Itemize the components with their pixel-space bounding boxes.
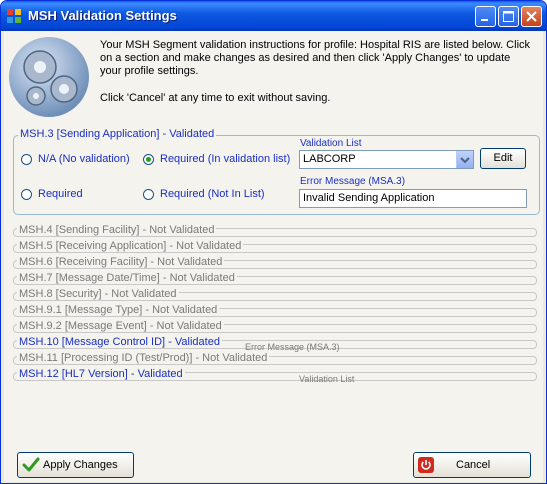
section-row-label[interactable]: MSH.9.1 [Message Type] - Not Validated xyxy=(17,304,220,316)
section-row-label[interactable]: MSH.10 [Message Control ID] - Validated xyxy=(17,336,222,348)
radio-required-in-list[interactable]: Required (In validation list) xyxy=(143,153,290,165)
edit-button[interactable]: Edit xyxy=(480,148,526,169)
ghost-error-message-label: Error Message (MSA.3) xyxy=(245,342,340,352)
section-row-label[interactable]: MSH.6 [Receiving Facility] - Not Validat… xyxy=(17,256,225,268)
cancel-button[interactable]: Cancel xyxy=(413,452,531,478)
title-bar[interactable]: MSH Validation Settings xyxy=(1,1,546,31)
section-row-label[interactable]: MSH.8 [Security] - Not Validated xyxy=(17,288,179,300)
validation-list-label: Validation List xyxy=(300,138,362,149)
radio-required[interactable]: Required xyxy=(21,188,83,200)
window-title: MSH Validation Settings xyxy=(28,8,177,23)
section-row-label[interactable]: MSH.12 [HL7 Version] - Validated xyxy=(17,368,185,380)
section-row-label[interactable]: MSH.9.2 [Message Event] - Not Validated xyxy=(17,320,224,332)
minimize-button[interactable] xyxy=(475,6,496,27)
radio-required-not-in-list-label: Required (Not In List) xyxy=(160,188,265,200)
radio-required-label: Required xyxy=(38,188,83,200)
cancel-hint-text: Click 'Cancel' at any time to exit witho… xyxy=(100,92,331,104)
chevron-down-icon xyxy=(460,157,470,164)
error-message-input[interactable]: Invalid Sending Application xyxy=(299,189,527,208)
radio-na-label: N/A (No validation) xyxy=(38,153,130,165)
radio-na-dot[interactable] xyxy=(21,153,32,165)
app-icon xyxy=(7,9,21,23)
dialog-body: Your MSH Segment validation instructions… xyxy=(4,31,543,482)
cancel-label: Cancel xyxy=(456,459,491,471)
error-message-label: Error Message (MSA.3) xyxy=(300,176,406,187)
ghost-validation-list-label: Validation List xyxy=(299,374,355,384)
gears-icon xyxy=(9,37,89,117)
section-row-label[interactable]: MSH.5 [Receiving Application] - Not Vali… xyxy=(17,240,244,252)
maximize-icon xyxy=(503,11,514,22)
checkmark-icon xyxy=(22,457,40,472)
section-row-label[interactable]: MSH.4 [Sending Facility] - Not Validated xyxy=(17,224,217,236)
close-icon xyxy=(526,11,537,22)
section-row-label[interactable]: MSH.7 [Message Date/Time] - Not Validate… xyxy=(17,272,237,284)
instructions-text: Your MSH Segment validation instructions… xyxy=(100,39,531,77)
section-msh3-label[interactable]: MSH.3 [Sending Application] - Validated xyxy=(18,128,217,140)
radio-required-not-in-list-dot[interactable] xyxy=(143,188,154,200)
validation-list-value: LABCORP xyxy=(303,153,356,165)
validation-list-select[interactable]: LABCORP xyxy=(299,150,474,169)
maximize-button[interactable] xyxy=(498,6,519,27)
section-row-label[interactable]: MSH.11 [Processing ID (Test/Prod)] - Not… xyxy=(17,352,270,364)
radio-required-dot[interactable] xyxy=(21,188,32,200)
radio-required-in-list-label: Required (In validation list) xyxy=(160,153,291,165)
radio-required-in-list-dot[interactable] xyxy=(143,153,154,165)
dropdown-button[interactable] xyxy=(456,151,473,168)
apply-changes-label: Apply Changes xyxy=(43,459,118,471)
minimize-icon xyxy=(481,19,488,21)
power-icon xyxy=(418,457,434,473)
dialog-window: MSH Validation Settings Your MSH Segment… xyxy=(0,0,547,484)
apply-changes-button[interactable]: Apply Changes xyxy=(17,452,134,478)
radio-na[interactable]: N/A (No validation) xyxy=(21,153,130,165)
radio-required-not-in-list[interactable]: Required (Not In List) xyxy=(143,188,265,200)
close-button[interactable] xyxy=(521,6,542,27)
